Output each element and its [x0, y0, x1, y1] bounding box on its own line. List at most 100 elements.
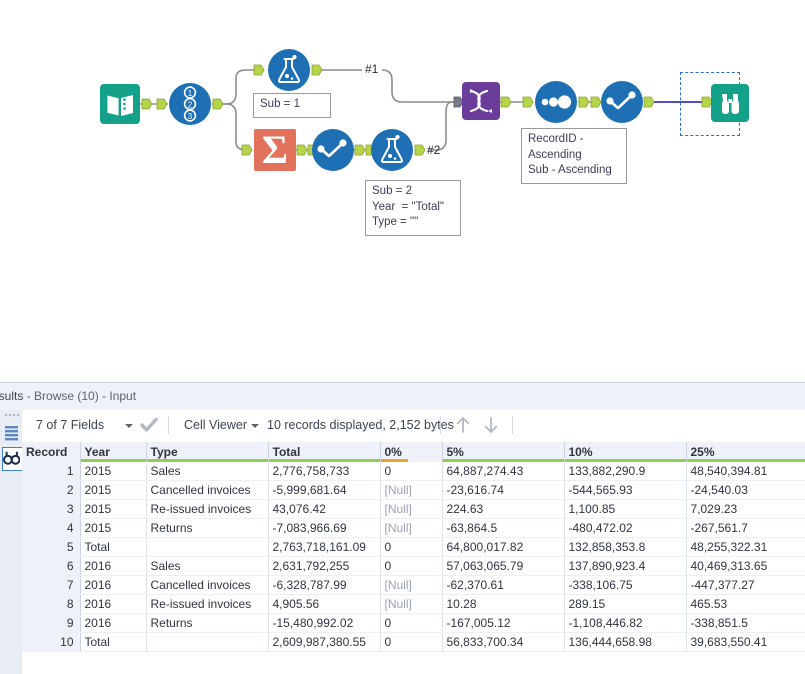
cell-p0[interactable]: [Null] — [380, 575, 443, 595]
cell-total[interactable]: 2,631,792,255 — [268, 556, 381, 576]
cell-p10[interactable]: 137,890,923.4 — [564, 556, 687, 576]
output-anchor[interactable] — [212, 98, 225, 111]
cell-p25[interactable]: 48,255,322.31 — [686, 537, 805, 557]
table-row[interactable]: 10 Total 2,609,987,380.55 0 56,833,700.34 136… — [22, 632, 805, 652]
results-grid[interactable]: Record Year Type Total 0% 5% 10% 25% 1 2… — [22, 442, 805, 674]
cell-p10[interactable]: -544,565.93 — [564, 480, 687, 500]
cell-total[interactable]: 2,609,987,380.55 — [268, 632, 381, 652]
cell-total[interactable]: 2,776,758,733 — [268, 462, 381, 481]
cell-record[interactable]: 2 — [22, 480, 81, 500]
cell-record[interactable]: 1 — [22, 462, 81, 481]
column-header-year[interactable]: Year — [80, 442, 147, 462]
table-row[interactable]: 3 2015 Re-issued invoices 43,076.42 [Null] 22… — [22, 499, 805, 519]
cell-year[interactable]: 2015 — [80, 480, 147, 500]
cell-total[interactable]: 2,763,718,161.09 — [268, 537, 381, 557]
cell-p25[interactable]: -267,561.7 — [686, 518, 805, 538]
rail-messages-button[interactable] — [2, 422, 21, 444]
cell-p5[interactable]: 56,833,700.34 — [442, 632, 565, 652]
cell-record[interactable]: 7 — [22, 575, 81, 595]
cell-p5[interactable]: 224.63 — [442, 499, 565, 519]
cell-type[interactable]: Re-issued invoices — [146, 499, 269, 519]
cell-total[interactable]: 4,905.56 — [268, 594, 381, 614]
cell-total[interactable]: -6,328,787.99 — [268, 575, 381, 595]
cell-p5[interactable]: -23,616.74 — [442, 480, 565, 500]
cell-record[interactable]: 10 — [22, 632, 81, 652]
cell-p5[interactable]: 64,887,274.43 — [442, 462, 565, 481]
cell-total[interactable]: 43,076.42 — [268, 499, 381, 519]
input-anchor[interactable] — [253, 64, 266, 77]
rail-grip-handle[interactable] — [5, 414, 19, 419]
workflow-canvas[interactable]: 1 2 3 Sub = 1 #1 Σ #2 Sub = 2 Year = "To… — [0, 0, 805, 382]
column-header-25pct[interactable]: 25% — [686, 442, 805, 462]
cell-year[interactable]: 2015 — [80, 462, 147, 481]
output-anchor[interactable] — [500, 96, 513, 109]
arrow-up-icon[interactable] — [454, 414, 472, 436]
table-row[interactable]: 1 2015 Sales 2,776,758,733 0 64,887,274.43 133… — [22, 462, 805, 481]
checkmark-icon[interactable] — [140, 417, 158, 433]
cell-year[interactable]: 2016 — [80, 613, 147, 633]
cell-p5[interactable]: 10.28 — [442, 594, 565, 614]
column-header-type[interactable]: Type — [146, 442, 269, 462]
cell-p25[interactable]: -447,377.27 — [686, 575, 805, 595]
cell-year[interactable]: 2015 — [80, 499, 147, 519]
cell-type[interactable] — [146, 632, 269, 652]
cell-p25[interactable]: 7,029.23 — [686, 499, 805, 519]
cell-type[interactable]: Returns — [146, 613, 269, 633]
table-row[interactable]: 5 Total 2,763,718,161.09 0 64,800,017.82 132,… — [22, 537, 805, 557]
cell-type[interactable]: Cancelled invoices — [146, 480, 269, 500]
cell-record[interactable]: 6 — [22, 556, 81, 576]
cell-record[interactable]: 9 — [22, 613, 81, 633]
table-row[interactable]: 7 2016 Cancelled invoices -6,328,787.99 [Nul… — [22, 575, 805, 595]
cell-p10[interactable]: -1,108,446.82 — [564, 613, 687, 633]
chevron-down-icon[interactable] — [125, 424, 133, 428]
cell-year[interactable]: 2016 — [80, 556, 147, 576]
cell-p10[interactable]: 289.15 — [564, 594, 687, 614]
cell-p25[interactable]: -24,540.03 — [686, 480, 805, 500]
cell-p0[interactable]: [Null] — [380, 594, 443, 614]
column-header-record[interactable]: Record — [22, 442, 81, 462]
column-header-10pct[interactable]: 10% — [564, 442, 687, 462]
cell-record[interactable]: 3 — [22, 499, 81, 519]
cell-p10[interactable]: 132,858,353.8 — [564, 537, 687, 557]
cell-year[interactable]: Total — [80, 537, 147, 557]
cell-record[interactable]: 4 — [22, 518, 81, 538]
cell-p0[interactable]: 0 — [380, 613, 443, 633]
cell-p5[interactable]: 64,800,017.82 — [442, 537, 565, 557]
column-header-0pct[interactable]: 0% — [380, 442, 443, 462]
cell-p10[interactable]: 1,100.85 — [564, 499, 687, 519]
cell-p5[interactable]: -62,370.61 — [442, 575, 565, 595]
cell-year[interactable]: 2016 — [80, 594, 147, 614]
cell-type[interactable]: Cancelled invoices — [146, 575, 269, 595]
column-header-total[interactable]: Total — [268, 442, 381, 462]
cell-type[interactable]: Returns — [146, 518, 269, 538]
arrow-down-icon[interactable] — [482, 414, 500, 436]
cell-p0[interactable]: [Null] — [380, 499, 443, 519]
cell-total[interactable]: -5,999,681.64 — [268, 480, 381, 500]
cell-year[interactable]: Total — [80, 632, 147, 652]
rail-browse-button[interactable] — [2, 447, 23, 471]
cell-p25[interactable]: 48,540,394.81 — [686, 462, 805, 481]
cell-p5[interactable]: -63,864.5 — [442, 518, 565, 538]
cell-p0[interactable]: 0 — [380, 556, 443, 576]
output-anchor[interactable] — [414, 144, 427, 157]
table-row[interactable]: 4 2015 Returns -7,083,966.69 [Null] -63,864.5… — [22, 518, 805, 538]
cell-p0[interactable]: 0 — [380, 632, 443, 652]
cell-p5[interactable]: -167,005.12 — [442, 613, 565, 633]
table-row[interactable]: 2 2015 Cancelled invoices -5,999,681.64 [Nul… — [22, 480, 805, 500]
cell-year[interactable]: 2015 — [80, 518, 147, 538]
cell-type[interactable]: Re-issued invoices — [146, 594, 269, 614]
column-header-5pct[interactable]: 5% — [442, 442, 565, 462]
cell-record[interactable]: 8 — [22, 594, 81, 614]
cell-p10[interactable]: -338,106.75 — [564, 575, 687, 595]
table-row[interactable]: 6 2016 Sales 2,631,792,255 0 57,063,065.79 137… — [22, 556, 805, 576]
cell-p10[interactable]: 136,444,658.98 — [564, 632, 687, 652]
cell-type[interactable]: Sales — [146, 556, 269, 576]
cell-p25[interactable]: 465.53 — [686, 594, 805, 614]
cell-type[interactable] — [146, 537, 269, 557]
cell-type[interactable]: Sales — [146, 462, 269, 481]
cell-record[interactable]: 5 — [22, 537, 81, 557]
cell-p0[interactable]: 0 — [380, 537, 443, 557]
cell-p25[interactable]: 39,683,550.41 — [686, 632, 805, 652]
cell-year[interactable]: 2016 — [80, 575, 147, 595]
cell-p0[interactable]: [Null] — [380, 480, 443, 500]
